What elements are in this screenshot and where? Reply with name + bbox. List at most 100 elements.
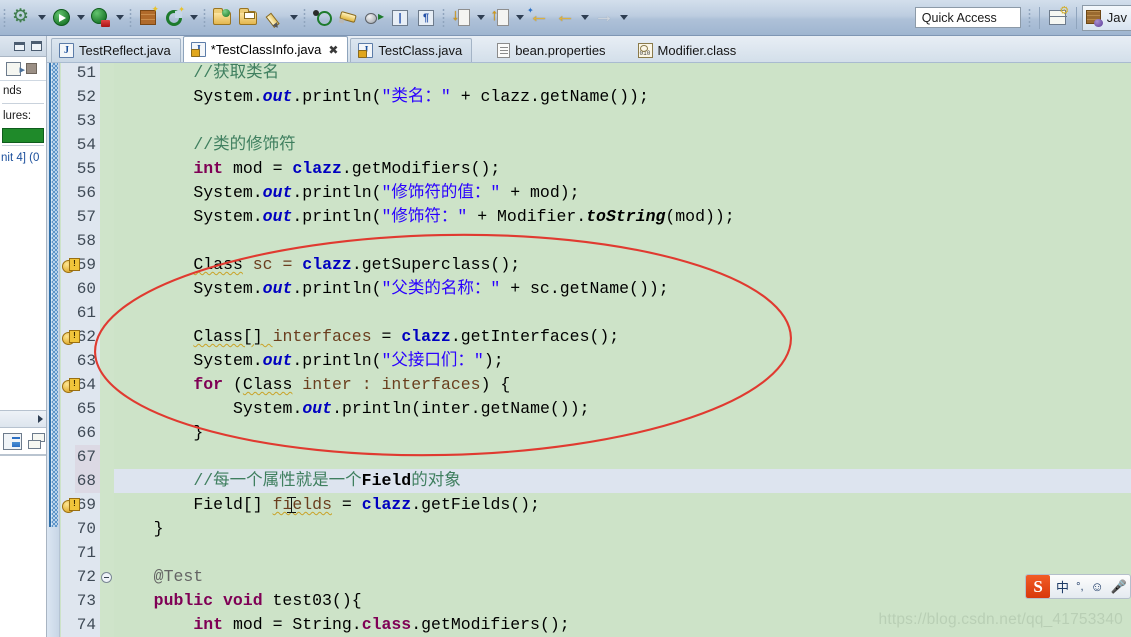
open-perspective-icon bbox=[1049, 4, 1069, 25]
run-button[interactable] bbox=[49, 6, 73, 30]
toolbar-grip-6[interactable] bbox=[1026, 6, 1032, 29]
open-perspective-button[interactable] bbox=[1046, 4, 1070, 30]
code-line[interactable]: } bbox=[193, 421, 203, 445]
open-type-button[interactable] bbox=[210, 6, 234, 30]
editor-tab-modifierclass[interactable]: Modifier.class bbox=[631, 38, 746, 62]
junit-test-tree-item[interactable]: nit 4] (0 bbox=[0, 148, 46, 168]
code-line[interactable]: System.out.println("父接口们："); bbox=[193, 349, 503, 373]
forward-navigation-button[interactable] bbox=[592, 5, 616, 30]
coverage-dropdown[interactable] bbox=[187, 7, 200, 29]
sogou-logo-icon[interactable]: S bbox=[1026, 575, 1051, 598]
code-token: Class[] bbox=[193, 327, 273, 346]
code-region[interactable]: 51 52 53 54 55 56 57 58 59 60 61 62 63 64 65 66 67 68 69 70… bbox=[47, 63, 1131, 637]
perspective-java-button[interactable]: Jav bbox=[1081, 4, 1131, 31]
minimize-icon[interactable] bbox=[14, 41, 25, 51]
watermark-text: https://blog.csdn.net/qq_41753340 bbox=[878, 611, 1123, 628]
code-line[interactable]: //每一个属性就是一个Field的对象 bbox=[193, 469, 460, 493]
code-token: } bbox=[153, 519, 164, 538]
stop-test-icon[interactable] bbox=[26, 63, 37, 74]
code-line[interactable]: Field[] fields = clazz.getFields(); bbox=[193, 493, 540, 517]
close-icon[interactable]: ✖ bbox=[328, 44, 338, 56]
run-dropdown[interactable] bbox=[74, 7, 87, 29]
code-token: System. bbox=[193, 351, 263, 370]
toolbar-grip-2[interactable] bbox=[128, 6, 133, 29]
toolbar-grip-5[interactable] bbox=[441, 6, 446, 29]
debug-button[interactable] bbox=[88, 6, 112, 30]
code-token: = bbox=[371, 327, 402, 346]
code-line[interactable]: //类的修饰符 bbox=[193, 133, 295, 157]
overview-ruler-thumb[interactable] bbox=[49, 63, 58, 527]
code-line[interactable]: } bbox=[154, 517, 164, 541]
warning-icon[interactable] bbox=[62, 497, 80, 513]
fold-collapse-icon[interactable] bbox=[101, 572, 112, 583]
brush-button[interactable] bbox=[336, 6, 360, 30]
debug-config-button[interactable] bbox=[10, 5, 34, 30]
code-text[interactable]: //获取类名 System.out.println("类名：" + clazz.g… bbox=[114, 63, 1131, 637]
show-whitespace-button[interactable]: ¶ bbox=[414, 6, 438, 30]
open-task-button[interactable] bbox=[236, 6, 260, 30]
quick-access-input[interactable]: Quick Access bbox=[914, 7, 1021, 28]
code-line[interactable]: System.out.println("修饰符的值：" + mod); bbox=[193, 181, 579, 205]
warning-icon[interactable] bbox=[62, 257, 80, 273]
code-token: } bbox=[193, 423, 204, 442]
code-line[interactable]: System.out.println(inter.getName()); bbox=[233, 397, 589, 421]
edit-dropdown[interactable] bbox=[287, 7, 300, 29]
collapse-all-icon[interactable] bbox=[28, 433, 45, 449]
folding-ruler[interactable] bbox=[100, 63, 114, 637]
new-package-button[interactable] bbox=[136, 4, 160, 30]
back-dropdown[interactable] bbox=[578, 7, 591, 29]
code-line[interactable]: public void test03(){ bbox=[154, 589, 362, 613]
warning-icon[interactable] bbox=[62, 377, 80, 393]
search-pin-icon bbox=[313, 9, 332, 27]
toolbar-grip-3[interactable] bbox=[202, 6, 207, 29]
code-line[interactable]: for (Class inter : interfaces) { bbox=[193, 373, 510, 397]
code-line[interactable]: Class sc = clazz.getSuperclass(); bbox=[193, 253, 520, 277]
code-token: .getFields(); bbox=[411, 495, 540, 514]
editor-tab-testclassinfojava[interactable]: J *TestClassInfo.java ✖ bbox=[182, 36, 349, 62]
rerun-test-icon[interactable] bbox=[6, 61, 25, 76]
quick-access-label: Quick Access bbox=[921, 10, 997, 25]
coverage-button[interactable] bbox=[162, 5, 186, 30]
ime-emoji-icon[interactable]: ☺ bbox=[1090, 579, 1105, 594]
code-line[interactable]: int mod = clazz.getModifiers(); bbox=[193, 157, 500, 181]
line-number: 71 bbox=[76, 544, 96, 562]
editor-tab-testreflectjava[interactable]: J TestReflect.java bbox=[51, 38, 181, 62]
code-line[interactable]: @Test bbox=[154, 565, 204, 589]
code-line[interactable]: int mod = String.class.getModifiers(); bbox=[193, 613, 569, 637]
code-token: + Modifier. bbox=[467, 207, 587, 226]
maximize-icon[interactable] bbox=[31, 41, 42, 51]
editor-tab-beanproperties[interactable]: bean.properties bbox=[490, 38, 614, 62]
editor-tab-label: TestReflect.java bbox=[79, 43, 171, 58]
ime-microphone-icon[interactable]: 🎤 bbox=[1110, 579, 1128, 595]
junit-trace-toolbar-overflow[interactable] bbox=[0, 410, 46, 428]
forward-dropdown[interactable] bbox=[617, 7, 630, 29]
code-token: "父类的名称：" bbox=[381, 279, 501, 298]
previous-annotation-button[interactable] bbox=[488, 6, 512, 30]
previous-annotation-dropdown[interactable] bbox=[513, 7, 526, 29]
toolbar-grip-4[interactable] bbox=[302, 6, 307, 29]
next-annotation-button[interactable] bbox=[449, 6, 473, 30]
overview-ruler[interactable] bbox=[47, 63, 60, 637]
last-edit-location-button[interactable] bbox=[527, 5, 551, 30]
ime-mode-toggle[interactable]: 中 bbox=[1055, 577, 1070, 596]
debug-config-dropdown[interactable] bbox=[35, 7, 48, 29]
search-button[interactable] bbox=[310, 6, 334, 30]
code-line[interactable]: System.out.println("修饰符：" + Modifier.toS… bbox=[193, 205, 734, 229]
ime-punctuation-toggle[interactable]: °, bbox=[1075, 581, 1084, 593]
code-line[interactable]: System.out.println("父类的名称：" + sc.getName… bbox=[193, 277, 668, 301]
code-line[interactable]: Class[] interfaces = clazz.getInterfaces… bbox=[193, 325, 619, 349]
junit-view-panel: nds lures: nit 4] (0 bbox=[0, 36, 47, 637]
compare-results-icon[interactable] bbox=[3, 432, 22, 450]
sogou-ime-bar[interactable]: S 中 °, ☺ 🎤 bbox=[1025, 574, 1131, 599]
packages-button[interactable] bbox=[362, 6, 386, 30]
toolbar-grip[interactable] bbox=[2, 6, 7, 29]
back-navigation-button[interactable] bbox=[553, 5, 577, 30]
edit-button[interactable] bbox=[262, 6, 286, 30]
code-line[interactable]: System.out.println("类名：" + clazz.getName… bbox=[193, 85, 649, 109]
editor-tab-testclassjava[interactable]: J TestClass.java bbox=[350, 38, 473, 62]
next-annotation-dropdown[interactable] bbox=[474, 7, 487, 29]
toggle-block-selection-button[interactable]: | bbox=[388, 6, 412, 30]
code-line[interactable]: //获取类名 bbox=[193, 63, 279, 85]
debug-dropdown[interactable] bbox=[113, 7, 126, 29]
warning-icon[interactable] bbox=[62, 329, 80, 345]
